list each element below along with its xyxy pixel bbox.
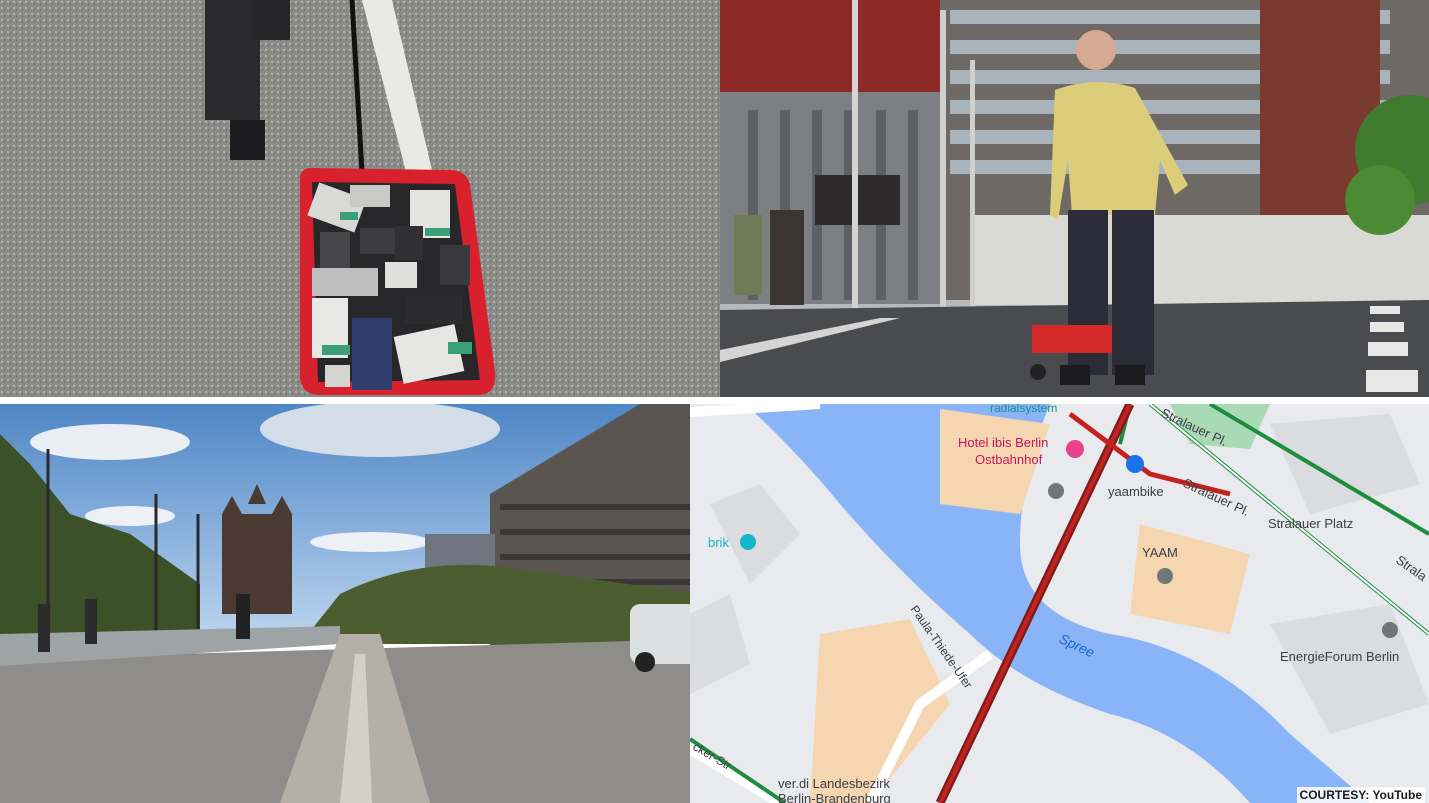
cyclist <box>236 594 250 639</box>
parked-car <box>630 604 698 672</box>
map-label-hotel: Hotel ibis Berlin <box>958 435 1048 450</box>
cloud <box>310 532 430 552</box>
lamp-post <box>852 0 858 310</box>
image-credit: COURTESY: YouTube <box>1296 787 1425 803</box>
map-canvas: radialsystem Hotel ibis Berlin Ostbahnho… <box>690 404 1429 803</box>
poi-pin-pink <box>1066 440 1084 458</box>
panel-street-photo <box>720 0 1429 397</box>
map-label-verdi: ver.di Landesbezirk <box>778 776 891 791</box>
panel-wagon-photo <box>0 0 735 397</box>
person-leg <box>252 0 290 40</box>
person-leg <box>205 0 260 120</box>
map-label-yaam: YAAM <box>1142 545 1178 560</box>
lamp-post <box>940 10 946 310</box>
map-label-hotel-line2: Ostbahnhof <box>975 452 1043 467</box>
map-label-energieforum: EnergieForum Berlin <box>1280 649 1399 664</box>
person-shoe <box>230 120 265 160</box>
red-wagon <box>300 168 496 395</box>
poi-pin-teal <box>740 534 756 550</box>
map-label-brik: brik <box>708 535 729 550</box>
bridge-scene <box>0 404 700 803</box>
map-label-yaambike: yaambike <box>1108 484 1164 499</box>
wagon-scene <box>0 0 735 397</box>
pedestrian <box>734 215 762 295</box>
panel-bridge-photo <box>0 404 700 803</box>
church <box>222 484 292 614</box>
bike-share-pin <box>1126 455 1144 473</box>
panel-traffic-map: radialsystem Hotel ibis Berlin Ostbahnho… <box>690 404 1429 803</box>
tree <box>1345 165 1415 235</box>
map-label-radial: radialsystem <box>990 404 1057 415</box>
cloud <box>85 506 175 526</box>
pedestrian <box>85 599 97 644</box>
map-label-verdi-line2: Berlin-Brandenburg <box>778 791 891 803</box>
street-scene <box>720 0 1429 397</box>
cloud <box>30 424 190 460</box>
map-label-stralauer-platz: Stralauer Platz <box>1268 516 1353 531</box>
pedestrian <box>38 604 50 652</box>
pedestrian <box>770 210 804 305</box>
lamp-post <box>970 60 975 310</box>
